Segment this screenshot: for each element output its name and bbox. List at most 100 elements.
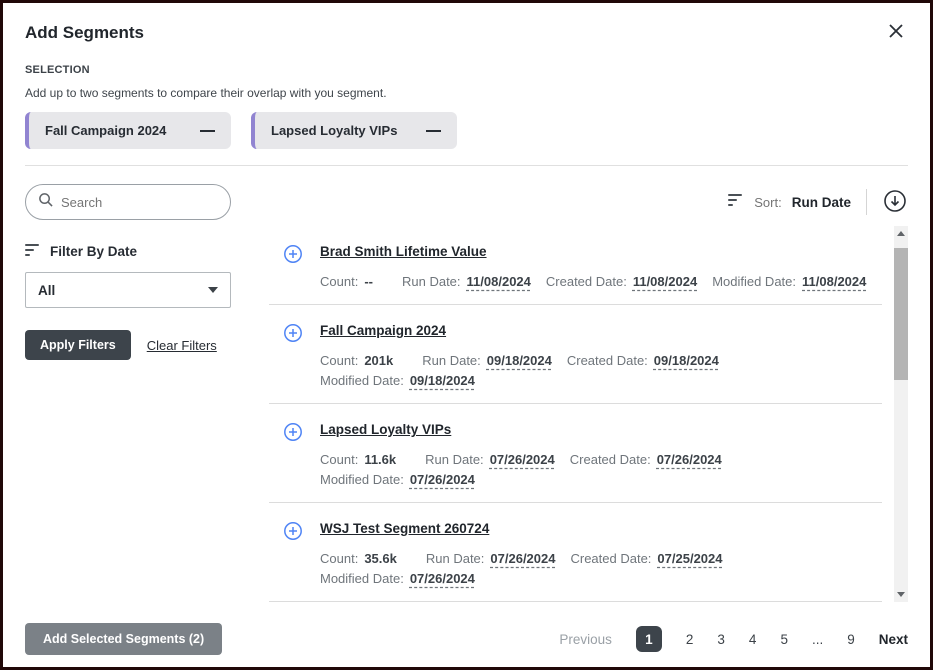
- segment-title-link[interactable]: Fall Campaign 2024: [320, 323, 446, 338]
- chip-label: Fall Campaign 2024: [45, 123, 166, 138]
- minus-icon: [426, 130, 441, 132]
- modified-date-label: Modified Date:: [712, 274, 796, 289]
- add-selected-segments-button[interactable]: Add Selected Segments (2): [25, 623, 222, 655]
- pagination-ellipsis: ...: [812, 632, 823, 647]
- run-date-label: Run Date:: [402, 274, 461, 289]
- filter-actions: Apply Filters Clear Filters: [25, 330, 231, 360]
- created-date-label: Created Date:: [546, 274, 627, 289]
- count-value: 35.6k: [364, 551, 397, 566]
- sort-direction-button[interactable]: [882, 188, 908, 217]
- pagination-page-1[interactable]: 1: [636, 626, 662, 652]
- plus-circle-icon: [283, 244, 303, 267]
- segment-title-link[interactable]: WSJ Test Segment 260724: [320, 521, 489, 536]
- close-icon: [888, 23, 904, 42]
- search-input[interactable]: [61, 195, 218, 210]
- segment-list: Brad Smith Lifetime Value Count: -- Run D…: [269, 226, 908, 602]
- modal-body: Filter By Date All Apply Filters Clear F…: [25, 184, 908, 602]
- clear-filters-link[interactable]: Clear Filters: [147, 338, 217, 353]
- pagination-page-4[interactable]: 4: [749, 632, 757, 647]
- pagination-page-2[interactable]: 2: [686, 632, 694, 647]
- sort-controls: Sort: Run Date: [269, 184, 908, 220]
- sort-lines-icon: [728, 193, 744, 211]
- run-date-label: Run Date:: [422, 353, 481, 368]
- search-box: [25, 184, 231, 220]
- modified-date-label: Modified Date:: [320, 373, 404, 388]
- add-segment-button[interactable]: [283, 422, 303, 445]
- segment-row: Lapsed Loyalty VIPs Count: 11.6k Run Date…: [269, 404, 882, 503]
- count-value: --: [364, 274, 373, 289]
- section-divider: [25, 165, 908, 166]
- modified-date-value[interactable]: 07/26/2024: [410, 571, 475, 586]
- pagination-previous[interactable]: Previous: [559, 632, 612, 647]
- apply-filters-button[interactable]: Apply Filters: [25, 330, 131, 360]
- pagination-page-9[interactable]: 9: [847, 632, 855, 647]
- segment-chip: Fall Campaign 2024: [25, 112, 231, 149]
- plus-circle-icon: [283, 521, 303, 544]
- run-date-value[interactable]: 11/08/2024: [467, 274, 531, 289]
- modal-footer: Add Selected Segments (2) Previous 1 2 3…: [25, 623, 908, 655]
- modified-date-value[interactable]: 07/26/2024: [410, 472, 475, 487]
- scrollbar[interactable]: [894, 226, 908, 602]
- count-label: Count:: [320, 274, 358, 289]
- add-segment-button[interactable]: [283, 244, 303, 267]
- modified-date-label: Modified Date:: [320, 571, 404, 586]
- close-button[interactable]: [884, 19, 908, 46]
- modified-date-value[interactable]: 11/08/2024: [802, 274, 866, 289]
- created-date-value[interactable]: 11/08/2024: [633, 274, 697, 289]
- modified-date-value[interactable]: 09/18/2024: [410, 373, 475, 388]
- scroll-down-icon[interactable]: [897, 592, 905, 597]
- plus-circle-icon: [283, 323, 303, 346]
- modal-header: Add Segments: [3, 3, 930, 46]
- vertical-divider: [866, 189, 867, 215]
- count-value: 11.6k: [364, 452, 396, 467]
- run-date-value[interactable]: 09/18/2024: [487, 353, 552, 368]
- add-segment-button[interactable]: [283, 521, 303, 544]
- scroll-up-icon[interactable]: [897, 231, 905, 236]
- date-filter-value: All: [38, 283, 55, 298]
- created-date-label: Created Date:: [567, 353, 648, 368]
- plus-circle-icon: [283, 422, 303, 445]
- created-date-value[interactable]: 09/18/2024: [654, 353, 719, 368]
- sort-value[interactable]: Run Date: [792, 195, 851, 210]
- segment-title-link[interactable]: Brad Smith Lifetime Value: [320, 244, 487, 259]
- filter-lines-icon: [25, 244, 41, 259]
- filter-sidebar: Filter By Date All Apply Filters Clear F…: [25, 184, 231, 602]
- created-date-value[interactable]: 07/25/2024: [657, 551, 722, 566]
- pagination: Previous 1 2 3 4 5 ... 9 Next: [559, 626, 908, 652]
- selected-segment-chips: Fall Campaign 2024 Lapsed Loyalty VIPs: [25, 112, 908, 149]
- count-label: Count:: [320, 452, 358, 467]
- created-date-label: Created Date:: [570, 452, 651, 467]
- segment-row: Brad Smith Lifetime Value Count: -- Run D…: [269, 226, 882, 305]
- remove-segment-button[interactable]: [198, 126, 217, 136]
- segment-list-panel: Sort: Run Date Brad: [269, 184, 908, 602]
- pagination-page-5[interactable]: 5: [780, 632, 788, 647]
- segment-chip: Lapsed Loyalty VIPs: [251, 112, 457, 149]
- created-date-label: Created Date:: [570, 551, 651, 566]
- segment-row: Fall Campaign 2024 Count:201k Run Date:0…: [269, 305, 882, 404]
- run-date-label: Run Date:: [426, 551, 485, 566]
- segment-title-link[interactable]: Lapsed Loyalty VIPs: [320, 422, 451, 437]
- modified-date-label: Modified Date:: [320, 472, 404, 487]
- segment-row: WSJ Test Segment 260724 Count: 35.6k Run …: [269, 503, 882, 602]
- add-segment-button[interactable]: [283, 323, 303, 346]
- count-label: Count:: [320, 551, 358, 566]
- filter-by-date-row: Filter By Date: [25, 244, 231, 259]
- arrow-down-circle-icon: [882, 188, 908, 217]
- run-date-label: Run Date:: [425, 452, 484, 467]
- count-value: 201k: [364, 353, 393, 368]
- chevron-down-icon: [208, 287, 218, 293]
- sort-label: Sort:: [754, 195, 781, 210]
- remove-segment-button[interactable]: [424, 126, 443, 136]
- filter-by-date-label: Filter By Date: [50, 244, 137, 259]
- created-date-value[interactable]: 07/26/2024: [657, 452, 722, 467]
- scrollbar-thumb[interactable]: [894, 248, 908, 380]
- pagination-page-3[interactable]: 3: [717, 632, 725, 647]
- chip-label: Lapsed Loyalty VIPs: [271, 123, 397, 138]
- date-filter-select[interactable]: All: [25, 272, 231, 308]
- pagination-next[interactable]: Next: [879, 632, 908, 647]
- selection-description: Add up to two segments to compare their …: [25, 86, 908, 100]
- run-date-value[interactable]: 07/26/2024: [490, 551, 555, 566]
- page-title: Add Segments: [25, 23, 144, 43]
- add-segments-modal: Add Segments SELECTION Add up to two seg…: [0, 0, 933, 670]
- run-date-value[interactable]: 07/26/2024: [490, 452, 555, 467]
